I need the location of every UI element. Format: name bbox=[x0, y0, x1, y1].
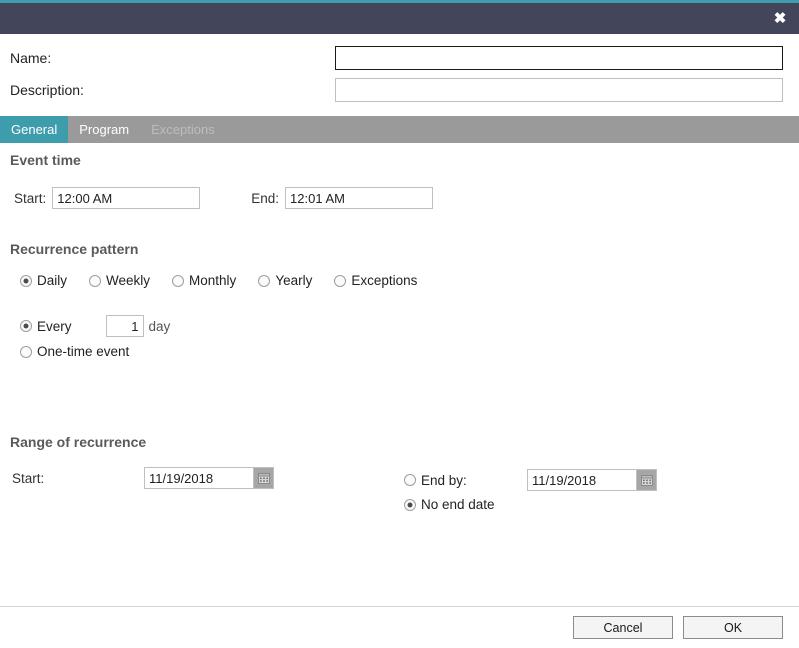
radio-daily[interactable]: Daily bbox=[20, 273, 67, 288]
range-end-datepicker[interactable] bbox=[527, 469, 657, 491]
radio-monthly[interactable]: Monthly bbox=[172, 273, 236, 288]
radio-one-time-event-label: One-time event bbox=[37, 344, 130, 359]
range-start-date-input[interactable] bbox=[145, 468, 253, 488]
radio-every-label: Every bbox=[37, 318, 72, 334]
end-time-label: End: bbox=[251, 190, 280, 206]
name-input[interactable] bbox=[335, 46, 783, 70]
calendar-icon[interactable] bbox=[636, 470, 656, 490]
radio-exceptions-indicator bbox=[334, 274, 347, 287]
tab-general[interactable]: General bbox=[0, 116, 69, 143]
tab-program[interactable]: Program bbox=[68, 116, 140, 143]
radio-one-time-event[interactable]: One-time event bbox=[20, 344, 129, 359]
radio-no-end-date-label: No end date bbox=[421, 497, 495, 512]
radio-end-by-label: End by: bbox=[421, 472, 467, 488]
radio-no-end-date[interactable]: No end date bbox=[404, 497, 495, 512]
start-time-input[interactable] bbox=[52, 187, 201, 209]
recurrence-pattern-heading: Recurrence pattern bbox=[10, 241, 139, 257]
name-row: Name: bbox=[0, 42, 799, 74]
radio-weekly[interactable]: Weekly bbox=[89, 273, 150, 288]
close-icon[interactable]: ✖ bbox=[769, 8, 791, 30]
tab-strip: General Program Exceptions bbox=[0, 116, 799, 143]
recurrence-onetime-row: One-time event bbox=[20, 344, 129, 359]
recurrence-pattern-options: Daily Weekly Monthly Yearly Exceptions bbox=[20, 273, 417, 288]
tab-exceptions: Exceptions bbox=[151, 122, 215, 137]
interval-unit-label: day bbox=[148, 318, 171, 334]
event-time-row: Start: End: bbox=[14, 187, 434, 209]
description-input[interactable] bbox=[335, 78, 783, 102]
radio-yearly-label: Yearly bbox=[275, 273, 313, 288]
dialog-footer: Cancel OK bbox=[0, 606, 799, 648]
radio-monthly-label: Monthly bbox=[189, 273, 237, 288]
range-no-end-row: No end date bbox=[404, 497, 495, 512]
range-start-datepicker[interactable] bbox=[144, 467, 274, 489]
radio-end-by-indicator bbox=[404, 474, 416, 486]
radio-yearly-indicator bbox=[258, 274, 271, 287]
start-time-label: Start: bbox=[14, 190, 47, 206]
range-end-date-input[interactable] bbox=[528, 470, 636, 490]
radio-daily-label: Daily bbox=[37, 273, 68, 288]
radio-daily-indicator bbox=[20, 274, 32, 287]
description-row: Description: bbox=[0, 74, 799, 106]
cancel-button[interactable]: Cancel bbox=[573, 616, 673, 639]
description-label: Description: bbox=[10, 82, 84, 98]
dialog-body: Event time Start: End: Recurrence patter… bbox=[0, 143, 799, 606]
radio-one-time-event-indicator bbox=[20, 345, 32, 358]
radio-no-end-date-indicator bbox=[404, 498, 416, 511]
radio-end-by[interactable]: End by: bbox=[404, 473, 527, 488]
radio-every[interactable]: Every bbox=[20, 319, 72, 334]
end-time-input[interactable] bbox=[285, 187, 434, 209]
radio-monthly-indicator bbox=[172, 274, 185, 287]
event-time-heading: Event time bbox=[10, 152, 81, 168]
radio-weekly-label: Weekly bbox=[106, 273, 151, 288]
recurrence-every-row: Every day bbox=[20, 315, 170, 337]
schedule-event-dialog: ✖ Name: Description: General Program Exc… bbox=[0, 0, 799, 648]
name-label: Name: bbox=[10, 50, 52, 66]
radio-yearly[interactable]: Yearly bbox=[258, 273, 312, 288]
calendar-icon[interactable] bbox=[253, 468, 273, 488]
dialog-titlebar: ✖ bbox=[0, 3, 799, 34]
range-start-row: Start: bbox=[12, 467, 274, 489]
radio-every-indicator bbox=[20, 320, 32, 332]
interval-input[interactable] bbox=[105, 315, 144, 337]
ok-button[interactable]: OK bbox=[683, 616, 783, 639]
radio-weekly-indicator bbox=[89, 274, 102, 287]
range-start-label: Start: bbox=[12, 470, 45, 486]
range-of-recurrence-heading: Range of recurrence bbox=[10, 434, 147, 450]
header-fields: Name: Description: bbox=[0, 34, 799, 116]
radio-exceptions[interactable]: Exceptions bbox=[334, 273, 417, 288]
range-end-by-row: End by: bbox=[404, 469, 657, 491]
radio-exceptions-label: Exceptions bbox=[351, 273, 418, 288]
